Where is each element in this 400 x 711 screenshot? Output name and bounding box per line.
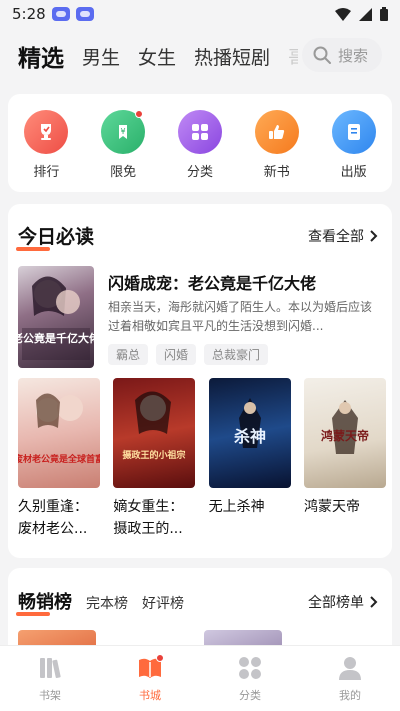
book-title: 鸿蒙天帝 [303, 499, 360, 515]
book-item[interactable]: 废材老公竟是全球首富 久别重逢：废材老公... [18, 378, 100, 540]
book-title: 嫡女重生：摄政王的... [113, 499, 184, 537]
bottom-nav: 书架 书城 分类 我的 [0, 645, 400, 711]
nav-label: 书城 [139, 689, 161, 702]
book-title: 无上杀神 [208, 499, 265, 515]
nav-bookshelf[interactable]: 书架 [20, 654, 80, 711]
tab-completed[interactable]: 完本榜 [86, 593, 128, 613]
cover-title: 废材老公竟是全球首富 [18, 453, 100, 465]
cover-title: 鸿蒙天帝 [321, 428, 369, 443]
featured-book-description: 相亲当天，海彤就闪婚了陌生人。本以为婚后应该过着相敬如宾且平凡的生活没想到闪婚.… [108, 300, 373, 333]
svg-text:¥: ¥ [121, 127, 126, 136]
category-publish[interactable]: 出版 [324, 110, 384, 180]
search-placeholder: 搜索 [338, 46, 369, 65]
category-card: 排行 ¥ 限免 分类 新书 出版 [8, 94, 392, 192]
notification-dot [135, 110, 144, 118]
tag-list: 霸总 闪婚 总裁豪门 [108, 344, 269, 365]
book-grid: 废材老公竟是全球首富 久别重逢：废材老公... 摄政王的小祖宗 嫡女重生：摄政王… [18, 378, 386, 540]
category-free[interactable]: ¥ 限免 [93, 110, 153, 180]
book-cover: 杀神 [208, 378, 291, 488]
tab-short-drama[interactable]: 热播短剧 [194, 43, 270, 70]
trophy-icon [24, 110, 69, 154]
grid-icon [177, 110, 222, 154]
search-box[interactable]: 搜索 [302, 38, 382, 72]
chevron-right-icon [370, 230, 378, 242]
battery-icon [380, 7, 388, 21]
book-item[interactable]: 摄政王的小祖宗 嫡女重生：摄政王的... [113, 378, 196, 540]
bookshelf-icon [40, 658, 61, 679]
nav-profile[interactable]: 我的 [320, 654, 380, 711]
featured-book-title: 闪婚成宠：老公竟是千亿大佬 [108, 274, 317, 293]
thumbs-up-icon [254, 110, 299, 154]
category-new[interactable]: 新书 [247, 110, 307, 180]
search-icon [313, 46, 331, 64]
signal-icon [359, 7, 372, 21]
tab-featured[interactable]: 精选 [18, 39, 64, 73]
category-ranking[interactable]: 排行 [16, 110, 76, 180]
tag[interactable]: 霸总 [108, 344, 149, 365]
book-cover: 废材老公竟是全球首富 [18, 378, 100, 488]
see-all-label: 全部榜单 [308, 595, 364, 611]
game-controller-icon [51, 7, 70, 21]
top-tabs: 精选 男生 女生 热播短剧 哥 搜索 [0, 36, 400, 76]
nav-category[interactable]: 分类 [220, 654, 280, 711]
category-label: 分类 [186, 165, 213, 180]
cover-title: 摄政王的小祖宗 [123, 449, 186, 461]
wifi-icon [335, 7, 351, 21]
nav-label: 分类 [239, 689, 261, 702]
category-label: 出版 [340, 165, 367, 180]
status-bar: 5:28 [0, 0, 400, 28]
book-cover: 鸿蒙天帝 [303, 378, 386, 488]
category-label: 新书 [263, 165, 290, 180]
book-icon [331, 110, 376, 154]
book-title: 久别重逢：废材老公... [18, 499, 88, 537]
book-item[interactable]: 鸿蒙天帝 鸿蒙天帝 [303, 378, 386, 540]
tab-bestseller[interactable]: 畅销榜 [16, 588, 72, 616]
category-icon [239, 657, 261, 679]
see-all-link[interactable]: 查看全部 [308, 226, 378, 246]
nav-bookstore[interactable]: 书城 [120, 654, 180, 711]
category-label: 排行 [33, 165, 60, 180]
price-tag-icon: ¥ [101, 110, 146, 154]
nav-label: 书架 [39, 689, 61, 702]
book-item[interactable]: 杀神 无上杀神 [208, 378, 291, 540]
cover-title: 老公竟是千亿大佬 [18, 331, 94, 345]
all-rankings-link[interactable]: 全部榜单 [308, 592, 378, 612]
featured-book[interactable]: 老公竟是千亿大佬 闪婚成宠：老公竟是千亿大佬 相亲当天，海彤就闪婚了陌生人。本以… [18, 266, 382, 370]
book-cover: 老公竟是千亿大佬 [18, 266, 94, 368]
tab-male[interactable]: 男生 [82, 43, 120, 70]
book-cover: 摄政王的小祖宗 [113, 378, 196, 488]
category-label: 限免 [110, 165, 137, 180]
tag[interactable]: 闪婚 [156, 344, 197, 365]
status-time: 5:28 [12, 5, 46, 23]
tag[interactable]: 总裁豪门 [204, 344, 269, 365]
tab-female[interactable]: 女生 [138, 43, 176, 70]
tab-partial[interactable]: 哥 [288, 43, 298, 70]
category-classify[interactable]: 分类 [170, 110, 230, 180]
profile-icon [339, 657, 361, 680]
today-section: 今日必读 查看全部 老公竟是千亿大佬 闪婚成宠：老公竟是千亿大佬 相亲当天，海彤… [8, 204, 392, 558]
chevron-right-icon [370, 596, 378, 608]
game-controller-icon [75, 7, 94, 21]
tab-top-rated[interactable]: 好评榜 [142, 593, 184, 613]
section-title: 今日必读 [15, 222, 94, 251]
nav-label: 我的 [339, 689, 361, 702]
see-all-label: 查看全部 [308, 229, 364, 245]
cover-title: 杀神 [234, 427, 266, 446]
bookstore-icon [139, 654, 164, 678]
